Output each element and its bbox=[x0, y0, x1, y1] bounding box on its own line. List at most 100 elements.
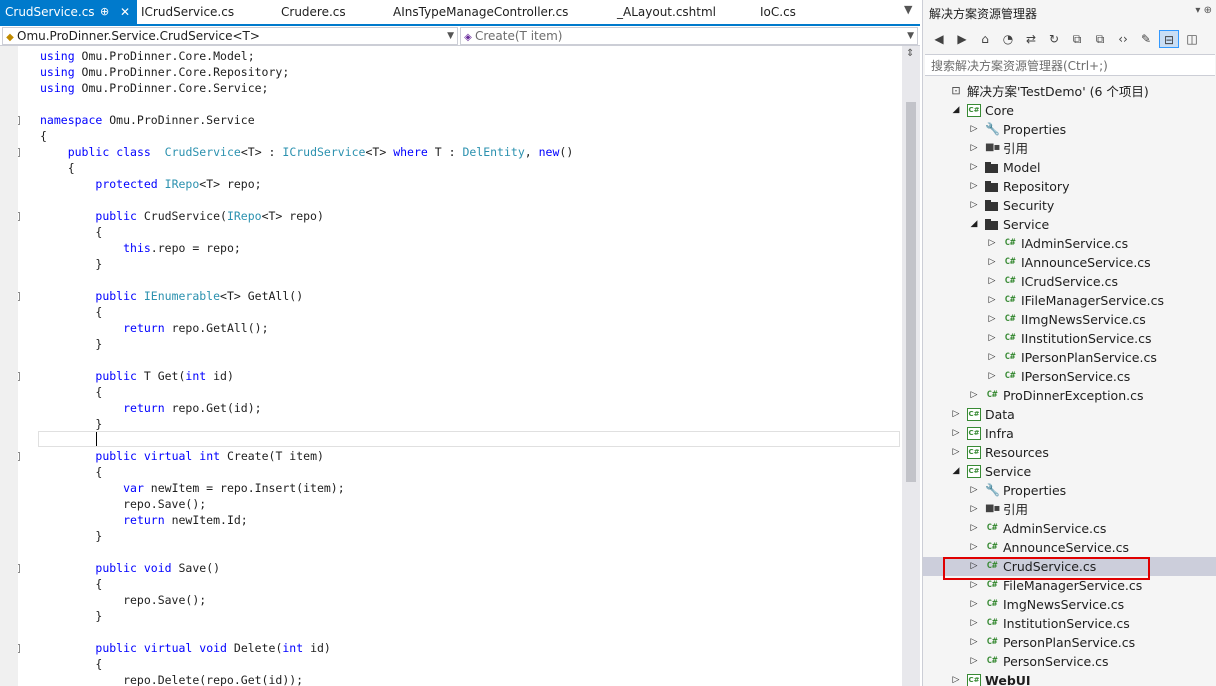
collapsed-arrow-icon[interactable]: ▷ bbox=[987, 367, 997, 386]
collapsed-arrow-icon[interactable]: ▷ bbox=[969, 595, 979, 614]
properties-icon[interactable]: ✎ bbox=[1136, 30, 1156, 48]
tree-item[interactable]: ▷ C# ImgNewsService.cs bbox=[923, 595, 1216, 614]
tab-alayout[interactable]: _ALayout.cshtml bbox=[617, 0, 716, 24]
collapsed-arrow-icon[interactable]: ▷ bbox=[951, 424, 961, 443]
tree-item[interactable]: ▷ C# IAdminService.cs bbox=[923, 234, 1216, 253]
vertical-scrollbar[interactable]: ⇕ bbox=[902, 46, 920, 686]
preview-icon[interactable]: ⊟ bbox=[1159, 30, 1179, 48]
panel-title-buttons[interactable]: ▾ ⊕ bbox=[1195, 5, 1212, 16]
collapsed-arrow-icon[interactable]: ▷ bbox=[969, 158, 979, 177]
history-icon[interactable]: ◔ bbox=[998, 30, 1018, 48]
sync-icon[interactable]: ⇄ bbox=[1021, 30, 1041, 48]
expanded-arrow-icon[interactable]: ◢ bbox=[969, 215, 979, 234]
collapsed-arrow-icon[interactable]: ▷ bbox=[969, 500, 979, 519]
tree-item[interactable]: ▷ Model bbox=[923, 158, 1216, 177]
tree-item[interactable]: ▷ ■▪ 引用 bbox=[923, 139, 1216, 158]
collapsed-arrow-icon[interactable]: ▷ bbox=[969, 196, 979, 215]
collapsed-arrow-icon[interactable]: ▷ bbox=[969, 633, 979, 652]
collapsed-arrow-icon[interactable]: ▷ bbox=[987, 329, 997, 348]
expanded-arrow-icon[interactable]: ◢ bbox=[951, 462, 961, 481]
expanded-arrow-icon[interactable]: ◢ bbox=[951, 101, 961, 120]
collapsed-arrow-icon[interactable]: ▷ bbox=[987, 253, 997, 272]
refresh-icon[interactable]: ↻ bbox=[1044, 30, 1064, 48]
tab-ainstypemanagecontroller[interactable]: AInsTypeManageController.cs bbox=[393, 0, 568, 24]
close-icon[interactable]: ✕ bbox=[120, 0, 130, 24]
tree-item[interactable]: ▷ C# Data bbox=[923, 405, 1216, 424]
tree-item[interactable]: ▷ C# CrudService.cs bbox=[923, 557, 1216, 576]
tree-item[interactable]: ◢ C# Service bbox=[923, 462, 1216, 481]
tree-item[interactable]: ▷ 🔧 Properties bbox=[923, 481, 1216, 500]
collapsed-arrow-icon[interactable]: ▷ bbox=[969, 139, 979, 158]
collapsed-arrow-icon[interactable]: ▷ bbox=[969, 120, 979, 139]
tree-item[interactable]: ▷ C# InstitutionService.cs bbox=[923, 614, 1216, 633]
collapsed-arrow-icon[interactable]: ▷ bbox=[951, 405, 961, 424]
tree-item[interactable]: ▷ C# IImgNewsService.cs bbox=[923, 310, 1216, 329]
tree-item[interactable]: ▷ Repository bbox=[923, 177, 1216, 196]
tree-item[interactable]: ▷ C# PersonPlanService.cs bbox=[923, 633, 1216, 652]
tree-item[interactable]: ▷ Security bbox=[923, 196, 1216, 215]
collapsed-arrow-icon[interactable]: ▷ bbox=[969, 614, 979, 633]
tab-crudere[interactable]: Crudere.cs bbox=[281, 0, 346, 24]
tree-item[interactable]: ▷ C# IAnnounceService.cs bbox=[923, 253, 1216, 272]
collapse-icon[interactable]: − bbox=[18, 564, 20, 573]
tree-item[interactable]: ▷ C# PersonService.cs bbox=[923, 652, 1216, 671]
collapsed-arrow-icon[interactable]: ▷ bbox=[969, 519, 979, 538]
collapsed-arrow-icon[interactable]: ▷ bbox=[987, 310, 997, 329]
scrollbar-thumb[interactable] bbox=[906, 102, 916, 482]
tab-crudservice[interactable]: CrudService.cs ⊕ ✕ bbox=[0, 0, 137, 24]
tree-item[interactable]: ▷ C# FileManagerService.cs bbox=[923, 576, 1216, 595]
split-icon[interactable]: ◫ bbox=[1182, 30, 1202, 48]
split-handle-icon[interactable]: ⇕ bbox=[906, 48, 914, 59]
tab-ioc[interactable]: IoC.cs bbox=[760, 0, 796, 24]
collapsed-arrow-icon[interactable]: ▷ bbox=[969, 538, 979, 557]
collapsed-arrow-icon[interactable]: ▷ bbox=[969, 386, 979, 405]
collapsed-arrow-icon[interactable]: ▷ bbox=[969, 557, 979, 576]
tree-item[interactable]: ▷ C# IFileManagerService.cs bbox=[923, 291, 1216, 310]
tree-item[interactable]: ▷ ■▪ 引用 bbox=[923, 500, 1216, 519]
collapsed-arrow-icon[interactable]: ▷ bbox=[987, 272, 997, 291]
tree-item[interactable]: ▷ C# ProDinnerException.cs bbox=[923, 386, 1216, 405]
collapse-icon[interactable]: − bbox=[18, 372, 20, 381]
collapsed-arrow-icon[interactable]: ▷ bbox=[987, 234, 997, 253]
collapsed-arrow-icon[interactable]: ▷ bbox=[969, 481, 979, 500]
pin-icon[interactable]: ⊕ bbox=[100, 0, 109, 24]
member-dropdown[interactable]: ◈ Create(T item) ▼ bbox=[460, 27, 918, 45]
tree-item[interactable]: ▷ C# AdminService.cs bbox=[923, 519, 1216, 538]
tab-icrudservice[interactable]: ICrudService.cs bbox=[141, 0, 234, 24]
collapse-all-icon[interactable]: ⧉ bbox=[1067, 30, 1087, 48]
tree-item[interactable]: ▷ C# IInstitutionService.cs bbox=[923, 329, 1216, 348]
search-input[interactable]: 搜索解决方案资源管理器(Ctrl+;) bbox=[925, 54, 1215, 76]
collapse-icon[interactable]: − bbox=[18, 452, 20, 461]
tree-item[interactable]: ◢ Service bbox=[923, 215, 1216, 234]
collapsed-arrow-icon[interactable]: ▷ bbox=[969, 177, 979, 196]
tree-item[interactable]: ▷ C# WebUI bbox=[923, 671, 1216, 686]
tree-item[interactable]: ▷ C# Resources bbox=[923, 443, 1216, 462]
tree-item[interactable]: ⊡ 解决方案'TestDemo' (6 个项目) bbox=[923, 82, 1216, 101]
code-area[interactable]: using Omu.ProDinner.Core.Model; using Omu… bbox=[18, 46, 902, 686]
collapsed-arrow-icon[interactable]: ▷ bbox=[987, 291, 997, 310]
tree-item[interactable]: ▷ C# IPersonPlanService.cs bbox=[923, 348, 1216, 367]
tree-item[interactable]: ▷ C# IPersonService.cs bbox=[923, 367, 1216, 386]
collapsed-arrow-icon[interactable]: ▷ bbox=[951, 671, 961, 686]
tree-item[interactable]: ◢ C# Core bbox=[923, 101, 1216, 120]
tree-item[interactable]: ▷ C# AnnounceService.cs bbox=[923, 538, 1216, 557]
type-dropdown[interactable]: ◆ Omu.ProDinner.Service.CrudService<T> ▼ bbox=[2, 27, 458, 45]
collapse-icon[interactable]: − bbox=[18, 212, 20, 221]
collapsed-arrow-icon[interactable]: ▷ bbox=[969, 576, 979, 595]
code-icon[interactable]: ‹› bbox=[1113, 30, 1133, 48]
collapse-icon[interactable]: − bbox=[18, 148, 20, 157]
collapse-icon[interactable]: − bbox=[18, 116, 20, 125]
forward-icon[interactable]: ▶ bbox=[952, 30, 972, 48]
collapse-icon[interactable]: − bbox=[18, 644, 20, 653]
tree-item[interactable]: ▷ 🔧 Properties bbox=[923, 120, 1216, 139]
copy-icon[interactable]: ⧉ bbox=[1090, 30, 1110, 48]
collapsed-arrow-icon[interactable]: ▷ bbox=[951, 443, 961, 462]
tree-item[interactable]: ▷ C# ICrudService.cs bbox=[923, 272, 1216, 291]
collapsed-arrow-icon[interactable]: ▷ bbox=[969, 652, 979, 671]
tab-overflow-icon[interactable]: ▼ bbox=[904, 3, 912, 16]
collapse-icon[interactable]: − bbox=[18, 292, 20, 301]
collapsed-arrow-icon[interactable]: ▷ bbox=[987, 348, 997, 367]
home-icon[interactable]: ⌂ bbox=[975, 30, 995, 48]
back-icon[interactable]: ◀ bbox=[929, 30, 949, 48]
tree-item[interactable]: ▷ C# Infra bbox=[923, 424, 1216, 443]
